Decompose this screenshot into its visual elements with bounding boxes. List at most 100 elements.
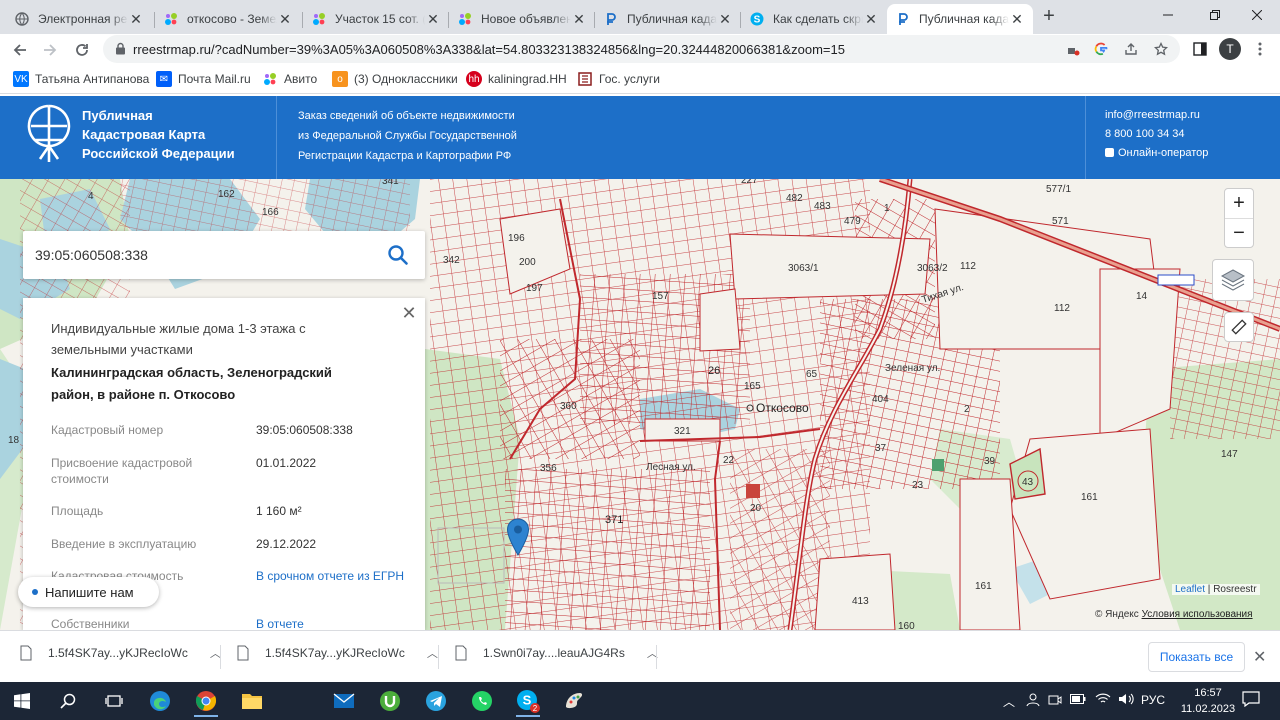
bookmark-odnoklassniki[interactable]: о (3) Одноклассники xyxy=(332,71,458,87)
notifications-icon[interactable] xyxy=(1242,691,1260,710)
tab-0[interactable]: Электронная регистрация ✕ xyxy=(6,4,152,34)
parcel-label: 14 xyxy=(1136,291,1148,302)
contact-email[interactable]: info@rreestrmap.ru xyxy=(1105,106,1208,125)
clock[interactable]: 16:57 11.02.2023 xyxy=(1179,685,1237,717)
reload-button[interactable] xyxy=(70,38,94,62)
mail-app-icon[interactable] xyxy=(324,685,364,717)
tab-4[interactable]: Публичная кадастровая ✕ xyxy=(595,4,741,34)
parcel[interactable] xyxy=(959,478,1021,630)
tab-strip: Электронная регистрация ✕ откосово - Зем… xyxy=(0,0,1280,34)
owners-report-link[interactable]: В отчете xyxy=(256,616,406,630)
parcel-grid xyxy=(730,449,830,630)
online-operator-link[interactable]: Онлайн-оператор xyxy=(1105,144,1208,163)
bookmark-label: Почта Mail.ru xyxy=(178,72,251,86)
battery-icon[interactable] xyxy=(1070,693,1086,707)
windows-start-icon[interactable] xyxy=(2,685,42,717)
urgent-report-link[interactable]: В срочном отчете из ЕГРН xyxy=(256,568,406,584)
parcel[interactable] xyxy=(699,288,741,352)
close-window-button[interactable] xyxy=(1234,0,1280,30)
zoom-out-button[interactable]: − xyxy=(1225,219,1253,248)
info-value: 1 160 м² xyxy=(256,504,302,518)
forward-button[interactable] xyxy=(38,38,62,62)
tab-2[interactable]: Участок 15 сот. (ИЖС) ✕ xyxy=(303,4,449,34)
menu-kebab-icon[interactable] xyxy=(1248,37,1272,61)
cadastral-map[interactable]: 162 166 341 4 196 200 197 342 157 26 165… xyxy=(0,179,1280,630)
lock-icon[interactable] xyxy=(115,42,126,58)
paint-icon[interactable] xyxy=(554,685,594,717)
webcam-icon[interactable] xyxy=(1048,693,1062,710)
search-icon[interactable] xyxy=(48,685,88,717)
show-all-downloads-button[interactable]: Показать все xyxy=(1148,642,1245,672)
tab-close-icon[interactable]: ✕ xyxy=(571,11,587,27)
layers-icon[interactable] xyxy=(1212,259,1254,301)
bookmark-hh[interactable]: hh kaliningrad.HH xyxy=(466,71,567,87)
tab-1[interactable]: откосово - Земельные ✕ xyxy=(155,4,301,34)
bookmark-star-icon[interactable] xyxy=(1153,41,1169,57)
tab-close-icon[interactable]: ✕ xyxy=(717,11,733,27)
bookmark-gosuslugi[interactable]: Гос. услуги xyxy=(577,71,660,87)
search-icon[interactable] xyxy=(387,244,409,266)
language-indicator[interactable]: РУС xyxy=(1141,693,1165,707)
site-title[interactable]: Публичная Кадастровая Карта Российской Ф… xyxy=(82,106,235,163)
utorrent-icon[interactable] xyxy=(370,685,410,717)
volume-icon[interactable] xyxy=(1118,693,1134,708)
yandex-attribution: © Яндекс Условия использования xyxy=(1095,609,1253,620)
blocked-icon[interactable] xyxy=(1065,41,1081,57)
download-item[interactable]: 1.5f4SK7ay...yKJRecIoWc ︿ xyxy=(237,645,438,661)
tab-close-icon[interactable]: ✕ xyxy=(277,11,293,27)
edge-icon[interactable] xyxy=(140,685,180,717)
back-button[interactable] xyxy=(8,38,32,62)
building xyxy=(746,484,760,498)
chevron-up-icon[interactable]: ︿ xyxy=(427,645,438,661)
parcel-label: 23 xyxy=(912,480,924,491)
tab-close-icon[interactable]: ✕ xyxy=(128,11,144,27)
parcel-label: 200 xyxy=(519,257,536,268)
bookmark-mail[interactable]: ✉ Почта Mail.ru xyxy=(156,71,251,87)
whatsapp-icon[interactable] xyxy=(462,685,502,717)
location-pin-icon[interactable] xyxy=(506,518,530,559)
new-tab-button[interactable]: + xyxy=(1038,5,1060,27)
chrome-icon[interactable] xyxy=(186,685,226,717)
tab-5[interactable]: S Как сделать скриншот ✕ xyxy=(741,4,887,34)
profile-avatar[interactable]: T xyxy=(1219,38,1241,60)
wifi-icon[interactable] xyxy=(1095,693,1111,708)
address-bar[interactable]: rreestrmap.ru/?cadNumber=39%3A05%3A06050… xyxy=(103,35,1180,63)
tab-close-icon[interactable]: ✕ xyxy=(863,11,879,27)
restore-button[interactable] xyxy=(1192,0,1238,30)
cadastral-search-input[interactable] xyxy=(35,245,375,265)
bookmark-vk[interactable]: VK Татьяна Антипанова xyxy=(13,71,149,87)
leaflet-link[interactable]: Leaflet xyxy=(1175,584,1205,595)
site-logo-icon[interactable] xyxy=(27,104,71,167)
svg-text:S: S xyxy=(523,693,532,708)
people-icon[interactable] xyxy=(1026,693,1040,710)
tab-close-icon[interactable]: ✕ xyxy=(1009,11,1025,27)
google-icon[interactable] xyxy=(1093,41,1109,57)
yandex-terms-link[interactable]: Условия использования xyxy=(1142,609,1253,620)
telegram-icon[interactable] xyxy=(416,685,456,717)
zoom-in-button[interactable]: + xyxy=(1225,189,1253,218)
skype-badge: 2 xyxy=(533,704,538,713)
close-icon[interactable]: ✕ xyxy=(400,304,418,322)
download-item[interactable]: 1.5f4SK7ay...yKJRecIoWc ︿ xyxy=(20,645,221,661)
task-view-icon[interactable] xyxy=(94,685,134,717)
skype-app-icon[interactable]: S2 xyxy=(508,685,548,717)
tab-close-icon[interactable]: ✕ xyxy=(425,11,441,27)
minimize-button[interactable] xyxy=(1145,0,1191,30)
share-icon[interactable] xyxy=(1123,41,1139,57)
ruler-icon[interactable] xyxy=(1224,312,1254,342)
side-panel-icon[interactable] xyxy=(1188,37,1212,61)
close-icon[interactable]: ✕ xyxy=(1253,647,1266,667)
tab-title: Публичная кадастровая xyxy=(627,12,717,26)
contact-phone[interactable]: 8 800 100 34 34 xyxy=(1105,125,1208,144)
parcel-label: 161 xyxy=(975,581,992,592)
tab-6-active[interactable]: Публичная кадастровая ✕ xyxy=(887,4,1033,34)
tab-3[interactable]: Новое объявление ✕ xyxy=(449,4,595,34)
download-item[interactable]: 1.Swn0i7ay....leauAJG4Rs ︿ xyxy=(455,645,658,661)
tray-chevron-up-icon[interactable]: ︿ xyxy=(1003,693,1015,710)
file-explorer-icon[interactable] xyxy=(232,685,272,717)
parcel[interactable] xyxy=(814,553,896,630)
site-title-line: Российской Федерации xyxy=(82,146,235,161)
info-value: 29.12.2022 xyxy=(256,537,317,551)
chat-write-us-button[interactable]: Напишите нам xyxy=(18,577,159,607)
bookmark-avito[interactable]: Авито xyxy=(262,71,317,87)
